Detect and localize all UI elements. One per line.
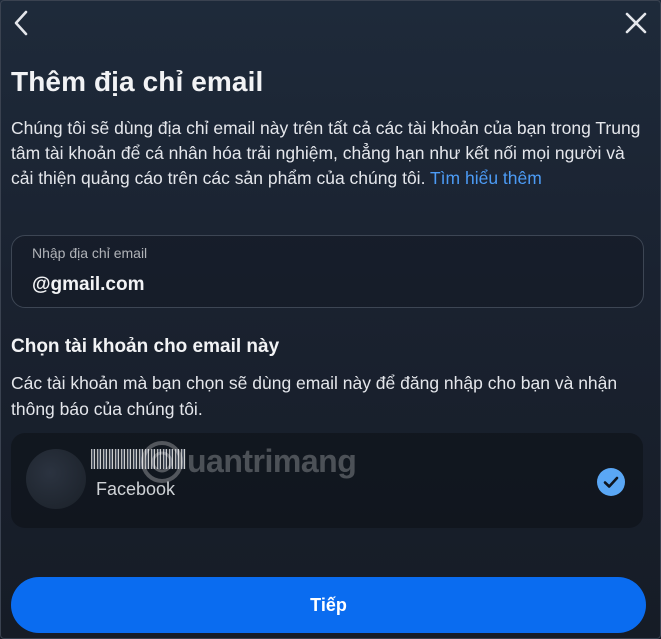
email-field[interactable]: Nhập địa chỉ email @gmail.com <box>11 235 644 308</box>
checkmark-circle-icon[interactable] <box>597 468 625 496</box>
accounts-section-description: Các tài khoản mà bạn chọn sẽ dùng email … <box>11 373 618 419</box>
close-icon <box>625 12 647 34</box>
account-platform-label: Facebook <box>96 479 176 499</box>
watermark-text: uantrimang <box>187 443 357 479</box>
top-bar <box>0 8 661 42</box>
chevron-left-icon <box>14 10 28 36</box>
description-text: Chúng tôi sẽ dùng địa chỉ email này trên… <box>11 118 641 188</box>
close-button[interactable] <box>623 10 649 36</box>
back-button[interactable] <box>10 8 34 38</box>
accounts-section-title: Chọn tài khoản cho email này <box>11 336 280 357</box>
page-title: Thêm địa chỉ email <box>11 66 264 97</box>
email-field-label: Nhập địa chỉ email <box>32 245 148 261</box>
next-button[interactable]: Tiếp <box>11 577 646 633</box>
account-item-facebook[interactable]: uantrimang Facebook <box>11 433 643 528</box>
page-description: Chúng tôi sẽ dùng địa chỉ email này trên… <box>11 116 641 191</box>
learn-more-link[interactable]: Tìm hiểu thêm <box>430 168 542 188</box>
avatar <box>26 449 86 509</box>
email-input[interactable]: @gmail.com <box>32 274 145 296</box>
